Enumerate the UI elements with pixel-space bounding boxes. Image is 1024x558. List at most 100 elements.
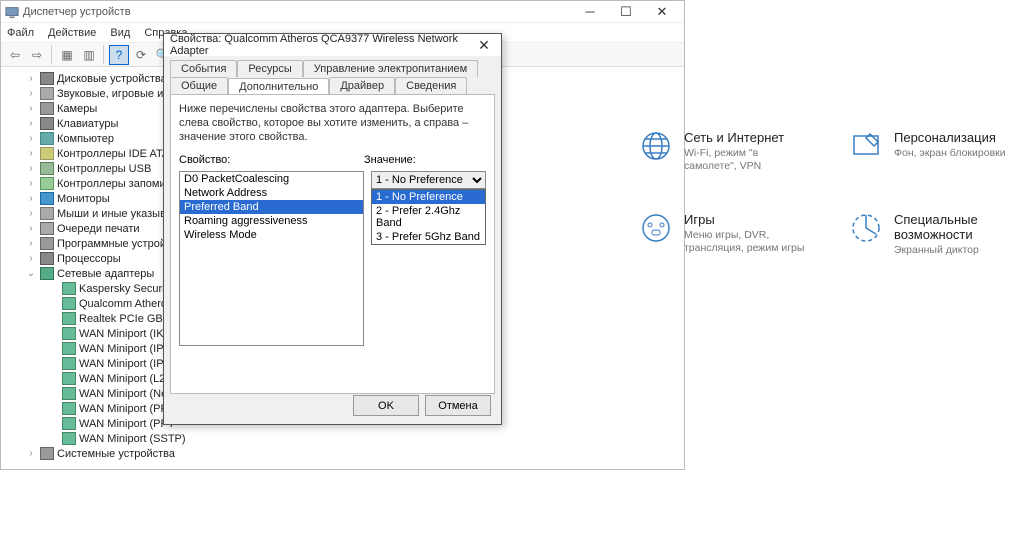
device-label: Дисковые устройства (57, 73, 167, 85)
expand-icon[interactable]: › (25, 133, 37, 144)
expand-icon[interactable]: › (25, 448, 37, 459)
expand-icon[interactable]: › (25, 253, 37, 264)
device-label: Qualcomm Atheros (79, 298, 173, 310)
property-item[interactable]: Roaming aggressiveness (180, 214, 363, 228)
device-icon (62, 402, 76, 415)
device-label: Контроллеры IDE ATA/ (57, 148, 172, 160)
tab-resources[interactable]: Ресурсы (237, 60, 302, 77)
value-label: Значение: (364, 154, 416, 166)
device-label: WAN Miniport (SSTP) (79, 433, 186, 445)
app-icon (5, 5, 19, 19)
expand-icon[interactable]: ⌄ (25, 268, 37, 279)
window-title: Диспетчер устройств (23, 6, 572, 18)
tabs-row-2: Общие Дополнительно Драйвер Сведения (164, 77, 501, 94)
tile-gaming[interactable]: Игры Меню игры, DVR, трансляция, режим и… (640, 212, 810, 257)
value-dropdown-open[interactable]: 1 - No Preference2 - Prefer 2.4Ghz Band3… (371, 189, 486, 245)
refresh-button[interactable]: ⟳ (131, 45, 151, 65)
dropdown-option[interactable]: 3 - Prefer 5Ghz Band (372, 230, 485, 244)
expand-icon[interactable]: › (25, 118, 37, 129)
expand-icon[interactable]: › (25, 88, 37, 99)
separator (103, 45, 105, 65)
cancel-button[interactable]: Отмена (425, 395, 491, 416)
tree-node[interactable]: WAN Miniport (SSTP) (7, 431, 678, 446)
tile-accessibility[interactable]: Специальные возможности Экранный диктор (850, 212, 1020, 257)
device-icon (40, 162, 54, 175)
device-icon (62, 387, 76, 400)
menu-file[interactable]: Файл (7, 27, 34, 39)
device-icon (40, 117, 54, 130)
property-item[interactable]: Wireless Mode (180, 228, 363, 242)
device-label: WAN Miniport (IPv6 (79, 358, 175, 370)
personalize-icon (850, 130, 882, 162)
dialog-close-button[interactable]: ✕ (473, 37, 495, 54)
expand-icon[interactable]: › (25, 73, 37, 84)
expand-icon[interactable]: › (25, 238, 37, 249)
property-item[interactable]: D0 PacketCoalescing (180, 172, 363, 186)
tile-network[interactable]: Сеть и Интернет Wi-Fi, режим "в самолете… (640, 130, 810, 172)
help-icon[interactable]: ? (109, 45, 129, 65)
device-icon (62, 357, 76, 370)
device-label: Процессоры (57, 253, 121, 265)
ok-button[interactable]: OK (353, 395, 419, 416)
device-icon (62, 327, 76, 340)
menu-view[interactable]: Вид (110, 27, 130, 39)
tab-general[interactable]: Общие (170, 77, 228, 94)
dialog-title: Свойства: Qualcomm Atheros QCA9377 Wirel… (170, 33, 473, 57)
device-label: Программные устройс (57, 238, 171, 250)
device-label: WAN Miniport (Netv (79, 388, 176, 400)
dropdown-option[interactable]: 2 - Prefer 2.4Ghz Band (372, 204, 485, 230)
property-item[interactable]: Network Address (180, 186, 363, 200)
device-label: Мыши и иные указыва (57, 208, 172, 220)
device-icon (40, 237, 54, 250)
view-button[interactable]: ▦ (57, 45, 77, 65)
properties-dialog: Свойства: Qualcomm Atheros QCA9377 Wirel… (163, 33, 502, 425)
dialog-titlebar: Свойства: Qualcomm Atheros QCA9377 Wirel… (164, 34, 501, 56)
tab-driver[interactable]: Драйвер (329, 77, 395, 94)
back-button[interactable]: ⇦ (5, 45, 25, 65)
device-label: WAN Miniport (IP) (79, 343, 167, 355)
tile-personalization[interactable]: Персонализация Фон, экран блокировки (850, 130, 1020, 172)
device-icon (40, 72, 54, 85)
device-label: Мониторы (57, 193, 110, 205)
expand-icon[interactable]: › (25, 193, 37, 204)
tile-title: Игры (684, 212, 810, 227)
device-label: Контроллеры запомин (57, 178, 172, 190)
tile-desc: Фон, экран блокировки (894, 147, 1006, 160)
tree-node[interactable]: ›Системные устройства (7, 446, 678, 461)
device-icon (62, 432, 76, 445)
tab-advanced[interactable]: Дополнительно (228, 78, 329, 95)
property-listbox[interactable]: D0 PacketCoalescingNetwork AddressPrefer… (179, 171, 364, 346)
expand-icon[interactable]: › (25, 163, 37, 174)
property-item[interactable]: Preferred Band (180, 200, 363, 214)
menu-action[interactable]: Действие (48, 27, 96, 39)
minimize-button[interactable]: ─ (572, 2, 608, 22)
view2-button[interactable]: ▥ (79, 45, 99, 65)
device-icon (62, 312, 76, 325)
tab-events[interactable]: События (170, 60, 237, 77)
globe-icon (640, 130, 672, 162)
device-label: WAN Miniport (PPT (79, 418, 175, 430)
tile-desc: Экранный диктор (894, 244, 1020, 257)
expand-icon[interactable]: › (25, 178, 37, 189)
forward-button[interactable]: ⇨ (27, 45, 47, 65)
device-icon (40, 447, 54, 460)
expand-icon[interactable]: › (25, 223, 37, 234)
maximize-button[interactable]: ☐ (608, 2, 644, 22)
value-combobox[interactable]: 1 - No Preference (371, 171, 486, 189)
expand-icon[interactable]: › (25, 208, 37, 219)
value-select[interactable]: 1 - No Preference (371, 171, 486, 189)
close-button[interactable]: ✕ (644, 2, 680, 22)
expand-icon[interactable]: › (25, 103, 37, 114)
expand-icon[interactable]: › (25, 148, 37, 159)
dropdown-option[interactable]: 1 - No Preference (372, 190, 485, 204)
device-icon (62, 342, 76, 355)
device-icon (40, 87, 54, 100)
device-icon (40, 147, 54, 160)
device-icon (40, 252, 54, 265)
tab-details[interactable]: Сведения (395, 77, 467, 94)
tile-title: Персонализация (894, 130, 1006, 145)
device-label: Контроллеры USB (57, 163, 151, 175)
tile-desc: Wi-Fi, режим "в самолете", VPN (684, 147, 810, 172)
tab-power[interactable]: Управление электропитанием (303, 60, 478, 77)
access-icon (850, 212, 882, 244)
